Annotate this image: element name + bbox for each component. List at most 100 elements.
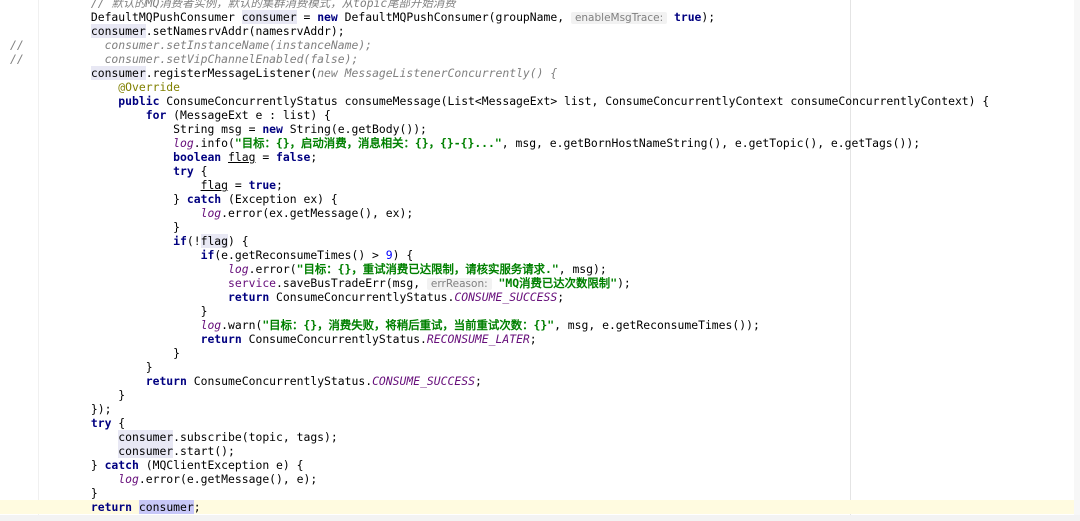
- code-token: if: [173, 234, 187, 248]
- code-line[interactable]: log.error(e.getMessage(), e);: [36, 472, 317, 486]
- code-token: consumer: [118, 444, 174, 458]
- code-token: catch: [104, 458, 139, 472]
- code-line[interactable]: log.error("目标：{}，重试消费已达限制，请核实服务请求.", msg…: [36, 262, 607, 276]
- code-token: consumer: [104, 52, 160, 66]
- code-token: , msg, e.getBornHostNameString(), e.getT…: [501, 136, 921, 150]
- code-token: =: [296, 10, 318, 24]
- code-line[interactable]: }: [36, 486, 98, 500]
- code-line[interactable]: log.warn("目标：{}，消费失败，将稍后重试，当前重试次数：{}", m…: [36, 318, 760, 332]
- code-token: DefaultMQPushConsumer: [36, 10, 242, 24]
- code-token: ConsumeConcurrentlyStatus.: [186, 374, 373, 388]
- code-line[interactable]: consumer.start();: [36, 444, 235, 458]
- code-line[interactable]: return consumer;: [36, 500, 201, 514]
- parameter-hint: enableMsgTrace:: [570, 12, 668, 24]
- code-line[interactable]: consumer.registerMessageListener(new Mes…: [36, 66, 557, 80]
- code-token: }: [36, 486, 98, 500]
- code-token: true: [248, 178, 277, 192]
- code-token: new: [317, 10, 338, 24]
- code-line[interactable]: log.error(ex.getMessage(), ex);: [36, 206, 414, 220]
- code-token: .setNamesrvAddr(namesrvAddr);: [145, 24, 345, 38]
- code-token: }: [36, 220, 181, 234]
- code-token: .start();: [173, 444, 235, 458]
- code-line[interactable]: }: [36, 304, 208, 318]
- code-line[interactable]: if(!flag) {: [36, 234, 249, 248]
- code-token: consumer: [138, 500, 194, 514]
- code-line[interactable]: }: [36, 388, 125, 402]
- code-line[interactable]: return ConsumeConcurrentlyStatus.CONSUME…: [36, 374, 482, 388]
- code-line[interactable]: try {: [36, 416, 125, 430]
- code-line[interactable]: }: [36, 346, 180, 360]
- code-token: =: [255, 150, 277, 164]
- code-editor[interactable]: // // // 默认的MQ消费者实例，默认的集群消费模式，从topic尾部开始…: [0, 0, 1080, 521]
- code-token: return: [90, 500, 133, 514]
- code-line[interactable]: }: [36, 220, 180, 234]
- code-line[interactable]: try {: [36, 164, 207, 178]
- code-token: new: [262, 122, 283, 136]
- code-line[interactable]: });: [36, 402, 112, 416]
- code-token: String msg =: [36, 122, 263, 136]
- code-line[interactable]: } catch (Exception ex) {: [36, 192, 338, 206]
- code-token: .error(: [248, 262, 297, 276]
- code-token: return: [228, 290, 270, 304]
- code-token: ;: [193, 500, 201, 514]
- code-token: }: [36, 388, 126, 402]
- code-token: }: [36, 458, 105, 472]
- code-line[interactable]: for (MessageExt e : list) {: [36, 108, 331, 122]
- code-line[interactable]: log.info("目标：{}，启动消费，消息相关：{}，{}-{}...", …: [36, 136, 920, 150]
- code-token: log: [173, 136, 194, 150]
- code-line[interactable]: String msg = new String(e.getBody());: [36, 122, 427, 136]
- code-token: new MessageListenerConcurrently() {: [317, 66, 558, 80]
- code-line[interactable]: if(e.getReconsumeTimes() > 9) {: [36, 248, 414, 262]
- code-token: String(e.getBody());: [282, 122, 427, 136]
- code-token: ) {: [228, 234, 249, 248]
- code-token: .saveBusTradeErr(msg,: [276, 276, 427, 290]
- code-token: consumer: [104, 38, 160, 52]
- code-token: CONSUME_SUCCESS: [372, 374, 475, 388]
- code-line[interactable]: return ConsumeConcurrentlyStatus.RECONSU…: [36, 332, 537, 346]
- code-token: , msg, e.getReconsumeTimes());: [554, 318, 760, 332]
- code-line[interactable]: consumer.subscribe(topic, tags);: [36, 430, 338, 444]
- code-line[interactable]: boolean flag = false;: [36, 150, 317, 164]
- vertical-scrollbar[interactable]: [1074, 0, 1080, 521]
- code-line[interactable]: // 默认的MQ消费者实例，默认的集群消费模式，从topic尾部开始消费: [36, 0, 456, 10]
- code-line[interactable]: consumer.setNamesrvAddr(namesrvAddr);: [36, 24, 345, 38]
- code-token: for: [145, 108, 167, 122]
- code-line[interactable]: service.saveBusTradeErr(msg, errReason: …: [36, 276, 631, 290]
- code-line[interactable]: consumer.setVipChannelEnabled(false);: [36, 52, 359, 66]
- horizontal-scrollbar[interactable]: [0, 515, 1080, 521]
- code-token: (MQClientException e) {: [138, 458, 304, 472]
- code-line[interactable]: } catch (MQClientException e) {: [36, 458, 304, 472]
- code-token: try: [90, 416, 112, 430]
- code-line[interactable]: public ConsumeConcurrentlyStatus consume…: [36, 94, 989, 108]
- code-line[interactable]: return ConsumeConcurrentlyStatus.CONSUME…: [36, 290, 564, 304]
- code-line[interactable]: DefaultMQPushConsumer consumer = new Def…: [36, 10, 715, 24]
- code-token: service: [228, 276, 277, 290]
- line-comment-marker: //: [10, 52, 24, 66]
- code-token: {: [193, 164, 208, 178]
- code-line[interactable]: flag = true;: [36, 178, 283, 192]
- code-line[interactable]: @Override: [36, 80, 180, 94]
- code-token: (Exception ex) {: [221, 192, 338, 206]
- code-token: });: [36, 402, 112, 416]
- code-line[interactable]: }: [36, 360, 153, 374]
- code-line[interactable]: consumer.setInstanceName(instanceName);: [36, 38, 372, 52]
- code-token: );: [701, 10, 716, 24]
- code-token: flag: [228, 150, 256, 164]
